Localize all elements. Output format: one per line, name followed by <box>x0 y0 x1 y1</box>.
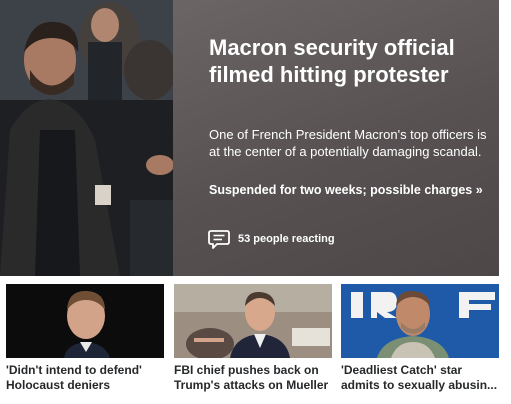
reactions-count: 53 people reacting <box>238 233 335 245</box>
story-headline-line-2[interactable]: Holocaust deniers <box>6 378 164 393</box>
hero-summary: One of French President Macron's top off… <box>209 127 487 159</box>
comment-bubble-icon <box>208 230 230 249</box>
story-headline-line-1[interactable]: 'Didn't intend to defend' <box>6 363 164 378</box>
hero-related-link[interactable]: Suspended for two weeks; possible charge… <box>209 182 489 199</box>
hero-story[interactable]: Macron security official filmed hitting … <box>0 0 499 276</box>
hero-headline[interactable]: Macron security official filmed hitting … <box>209 34 489 88</box>
story-headline-line-1[interactable]: 'Deadliest Catch' star <box>341 363 499 378</box>
story-card-3[interactable]: 'Deadliest Catch' star admits to sexuall… <box>341 284 499 393</box>
story-headline-line-2[interactable]: Trump's attacks on Mueller <box>174 378 332 393</box>
reactions-button[interactable]: 53 people reacting <box>208 228 335 250</box>
story-thumbnail[interactable] <box>341 284 499 358</box>
story-headline-line-2[interactable]: admits to sexually abusin... <box>341 378 499 393</box>
story-card-2[interactable]: FBI chief pushes back on Trump's attacks… <box>174 284 332 393</box>
story-thumbnail[interactable] <box>6 284 164 358</box>
story-thumbnail[interactable] <box>174 284 332 358</box>
story-card-1[interactable]: 'Didn't intend to defend' Holocaust deni… <box>6 284 164 393</box>
story-headline-line-1[interactable]: FBI chief pushes back on <box>174 363 332 378</box>
